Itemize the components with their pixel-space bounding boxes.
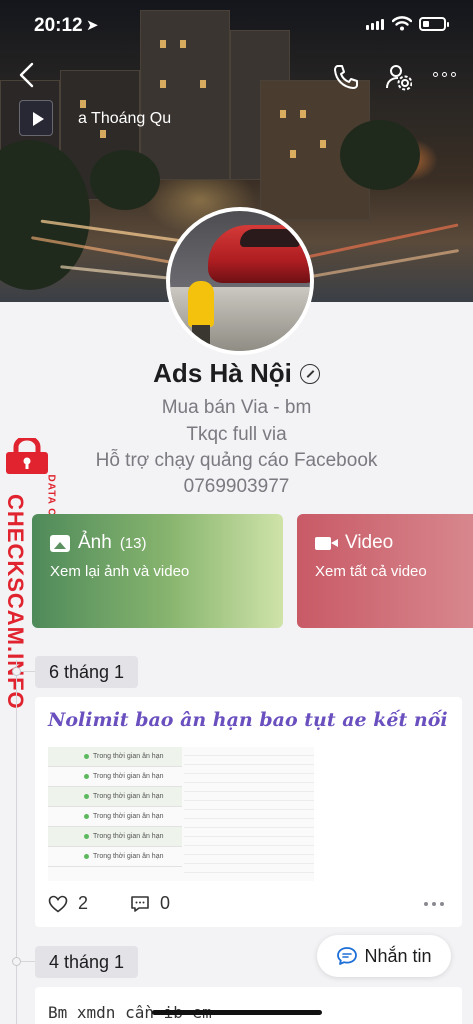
post-date: 6 tháng 1 <box>35 656 139 688</box>
profile-name: Ads Hà Nội <box>153 358 292 388</box>
image-row-text: Trong thời gian ân hạn <box>93 773 164 780</box>
post-title: Nolimit bao ân hạn bao tụt ae kết nối <box>48 709 448 731</box>
music-title[interactable]: a Thoáng Qu <box>78 110 171 128</box>
timeline-dot <box>12 667 21 676</box>
image-row-text: Trong thời gian ân hạn <box>93 793 164 800</box>
image-row-text: Trong thời gian ân hạn <box>93 853 164 860</box>
timeline-dot <box>12 957 21 966</box>
phone-icon[interactable] <box>332 63 360 91</box>
post-more-icon[interactable] <box>424 902 444 906</box>
back-arrow-icon[interactable] <box>17 62 37 88</box>
bio-line: Tkqc full via <box>186 424 287 445</box>
comment-icon[interactable] <box>130 895 150 913</box>
status-time: 20:12 <box>34 15 83 36</box>
photos-label: Ảnh <box>78 532 112 553</box>
wifi-icon <box>392 16 412 31</box>
avatar[interactable] <box>166 207 314 355</box>
edit-pencil-icon[interactable] <box>299 363 320 384</box>
heart-icon[interactable] <box>48 895 68 913</box>
post-card[interactable]: Bm xmdn cần ib em <box>35 987 462 1024</box>
photos-card[interactable]: Ảnh (13) Xem lại ảnh và video <box>32 514 283 628</box>
message-button[interactable]: Nhắn tin <box>317 935 451 977</box>
image-row-text: Trong thời gian ân hạn <box>93 813 164 820</box>
battery-icon <box>419 17 449 31</box>
chat-bubble-icon <box>337 947 358 965</box>
video-label: Video <box>345 532 394 553</box>
post-card[interactable]: Nolimit bao ân hạn bao tụt ae kết nối Tr… <box>35 697 462 927</box>
bio-line: Hỗ trợ chạy quảng cáo Facebook <box>95 450 378 471</box>
music-play-icon[interactable] <box>19 100 53 136</box>
timeline-line <box>16 660 17 1024</box>
image-icon <box>50 534 70 552</box>
bio-line: Mua bán Via - bm <box>161 397 312 418</box>
photos-count: (13) <box>119 534 147 552</box>
timeline-connector <box>21 961 35 962</box>
profile-name-row: Ads Hà Nội <box>0 358 473 389</box>
videos-card[interactable]: Video Xem tất cả video <box>297 514 473 628</box>
watermark-brand: CHECKSCAM.INFO <box>3 494 28 710</box>
video-subtitle: Xem tất cả video <box>315 563 427 580</box>
status-bar: 20:12 ➤ <box>0 0 473 50</box>
more-options-icon[interactable] <box>433 72 456 77</box>
video-camera-icon <box>315 536 338 550</box>
post-date: 4 tháng 1 <box>35 946 139 978</box>
post-image[interactable]: Trong thời gian ân hạn Trong thời gian â… <box>48 747 314 881</box>
padlock-icon <box>6 438 48 474</box>
image-row-text: Trong thời gian ân hạn <box>93 833 164 840</box>
image-row-text: Trong thời gian ân hạn <box>93 753 164 760</box>
cellular-signal-icon <box>366 19 384 30</box>
comment-count: 0 <box>160 893 171 913</box>
photos-subtitle: Xem lại ảnh và video <box>50 563 190 580</box>
like-count: 2 <box>78 893 89 913</box>
home-indicator <box>152 1010 322 1015</box>
bio-phone: 0769903977 <box>183 476 290 497</box>
message-button-label: Nhắn tin <box>364 945 432 966</box>
location-arrow-icon: ➤ <box>86 17 99 34</box>
timeline-connector <box>21 671 35 672</box>
profile-settings-icon[interactable] <box>386 63 412 91</box>
